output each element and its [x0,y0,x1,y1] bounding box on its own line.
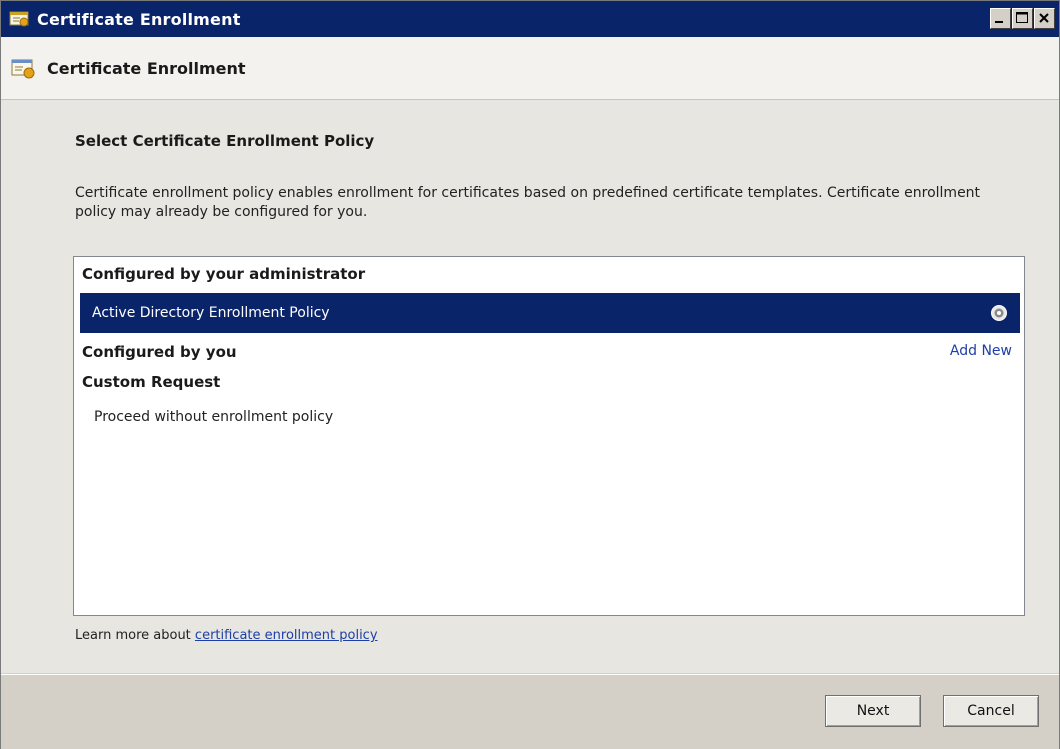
learn-more-text: Learn more about certificate enrollment … [75,628,378,643]
certificate-icon [11,59,35,79]
minimize-button[interactable] [990,8,1011,29]
policy-item-label: Active Directory Enrollment Policy [92,305,330,321]
certificate-icon [9,11,29,27]
group-header-administrator: Configured by your administrator [82,265,366,283]
group-header-you: Configured by you [82,343,237,361]
close-button[interactable] [1034,8,1055,29]
maximize-icon [1016,12,1028,23]
wizard-header: Certificate Enrollment [1,37,1059,100]
wizard-content: Select Certificate Enrollment Policy Cer… [1,100,1059,673]
policy-item-proceed-without[interactable]: Proceed without enrollment policy [94,409,333,425]
minimize-icon [995,21,1003,23]
window-controls [990,8,1055,29]
window-title: Certificate Enrollment [37,9,241,29]
status-info-icon[interactable] [990,304,1008,322]
cancel-button[interactable]: Cancel [943,695,1039,727]
header-title: Certificate Enrollment [47,58,246,78]
learn-more-link[interactable]: certificate enrollment policy [195,628,378,643]
next-button[interactable]: Next [825,695,921,727]
maximize-button[interactable] [1012,8,1033,29]
close-icon [1039,13,1049,23]
title-bar[interactable]: Certificate Enrollment [1,1,1059,37]
add-new-link[interactable]: Add New [950,343,1012,359]
group-header-custom: Custom Request [82,373,221,391]
page-description: Certificate enrollment policy enables en… [75,185,981,220]
wizard-footer: Next Cancel [1,674,1059,749]
page-heading: Select Certificate Enrollment Policy [75,132,375,150]
certificate-enrollment-window: Certificate Enrollment Certificate Enrol… [0,0,1060,749]
learn-more-prefix: Learn more about [75,628,195,643]
policy-item-active-directory[interactable]: Active Directory Enrollment Policy [80,293,1020,333]
enrollment-policy-list[interactable]: Configured by your administrator Active … [73,256,1025,616]
